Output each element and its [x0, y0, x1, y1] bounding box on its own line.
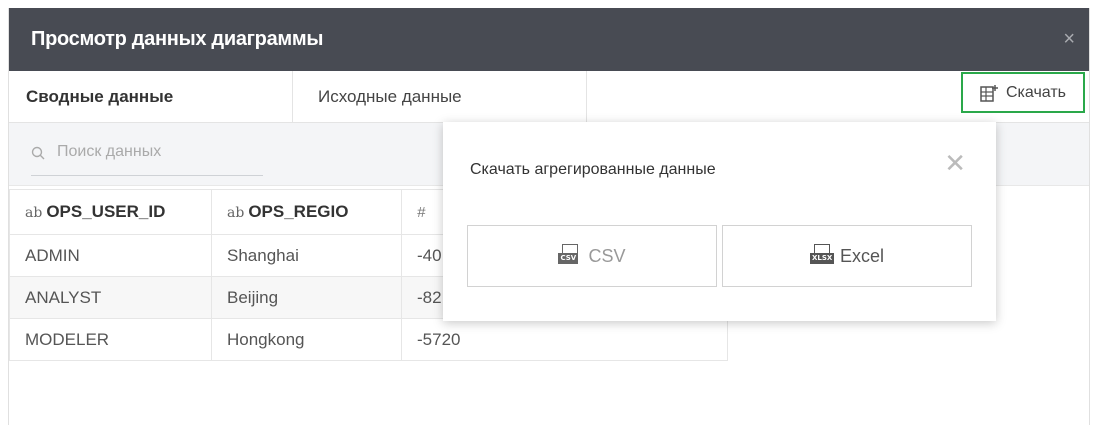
- popup-close-icon[interactable]: ✕: [944, 148, 966, 179]
- xlsx-file-icon: XLSX: [809, 244, 835, 268]
- tab-source-data[interactable]: Исходные данные: [293, 71, 587, 122]
- download-button[interactable]: Скачать: [961, 72, 1085, 113]
- number-type-icon: #: [417, 204, 426, 221]
- table-cell: -5720: [401, 318, 728, 361]
- table-cell: Hongkong: [211, 318, 402, 361]
- search-icon: [31, 146, 45, 160]
- csv-icon-label: CSV: [558, 253, 579, 264]
- table-cell: Beijing: [211, 276, 402, 319]
- search-input[interactable]: [57, 143, 247, 161]
- text-type-icon: ab: [25, 205, 43, 221]
- download-excel-button[interactable]: XLSX Excel: [722, 225, 972, 287]
- csv-file-icon: CSV: [558, 244, 580, 268]
- spreadsheet-download-icon: [980, 84, 998, 102]
- xlsx-icon-label: XLSX: [809, 253, 835, 264]
- dialog-title: Просмотр данных диаграммы: [31, 28, 324, 50]
- tab-summary-data[interactable]: Сводные данные: [9, 71, 293, 122]
- dialog-titlebar: Просмотр данных диаграммы ×: [9, 8, 1089, 71]
- column-header-ops-region[interactable]: ab OPS_REGIO: [211, 189, 402, 235]
- table-cell: Shanghai: [211, 234, 402, 277]
- column-name: OPS_REGIO: [248, 202, 349, 221]
- dialog-close-icon[interactable]: ×: [1063, 28, 1075, 51]
- download-label: Скачать: [1006, 83, 1066, 101]
- column-header-ops-user-id[interactable]: ab OPS_USER_ID: [9, 189, 212, 235]
- table-row: MODELER Hongkong -5720: [9, 318, 728, 361]
- excel-label: Excel: [839, 245, 884, 266]
- table-cell: ANALYST: [9, 276, 212, 319]
- table-cell: MODELER: [9, 318, 212, 361]
- download-popup: Скачать агрегированные данные ✕ CSV CSV …: [443, 122, 996, 321]
- table-cell: ADMIN: [9, 234, 212, 277]
- csv-label: CSV: [588, 245, 626, 266]
- search-field[interactable]: [31, 143, 263, 176]
- chart-data-dialog: Просмотр данных диаграммы × Сводные данн…: [8, 8, 1090, 425]
- column-name: OPS_USER_ID: [46, 202, 166, 221]
- tab-bar: Сводные данные Исходные данные Скачать: [9, 71, 1089, 123]
- popup-title: Скачать агрегированные данные: [470, 161, 716, 178]
- download-csv-button[interactable]: CSV CSV: [467, 225, 717, 287]
- text-type-icon: ab: [227, 205, 245, 221]
